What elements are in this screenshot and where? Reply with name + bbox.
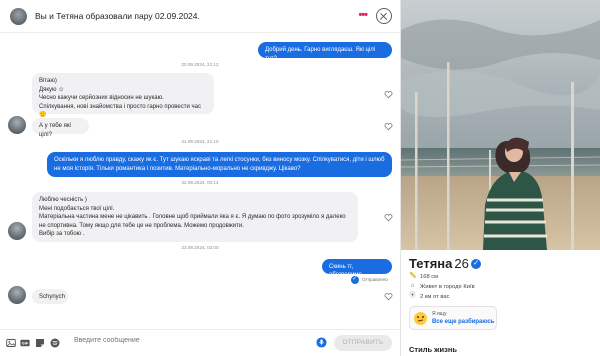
sender-avatar	[8, 286, 26, 304]
outgoing-message: Оскільки я люблю правду, скажу як є. Тут…	[47, 152, 392, 177]
match-avatar[interactable]	[10, 7, 27, 25]
sent-status: Отправлено	[362, 277, 388, 282]
sent-check-icon	[351, 275, 359, 284]
heart-icon[interactable]	[384, 122, 393, 131]
chat-panel: Вы и Тетяна образовали пару 02.09.2024. …	[0, 0, 400, 356]
ruler-icon: 📏	[409, 273, 417, 279]
sender-avatar	[8, 116, 26, 134]
heart-icon[interactable]	[384, 90, 393, 99]
lifestyle-section-title: Стиль жизнь	[409, 345, 457, 354]
more-dots-icon[interactable]: •••	[358, 9, 368, 21]
incoming-message: Люблю чесність ) Мені подобається твої ц…	[32, 192, 358, 242]
gif-icon[interactable]: GIF	[20, 338, 30, 348]
intent-value: Все еще разбираюсь	[432, 319, 495, 325]
heart-icon[interactable]	[384, 213, 393, 222]
incoming-message: Schynych	[32, 289, 68, 304]
relationship-intent-card: Я ищу Все еще разбираюсь	[409, 306, 497, 330]
incoming-message: А у тебе які цілі?	[32, 118, 89, 138]
message-timestamp: 20.09.2024, 21:12	[181, 62, 219, 67]
message-timestamp: 22.09.2024, 00:14	[181, 180, 219, 185]
message-timestamp: 21.09.2024, 21:10	[181, 139, 219, 144]
message-timestamp: 23.09.2024, 02:00	[181, 245, 219, 250]
send-button[interactable]: ОТПРАВИТЬ	[334, 335, 392, 351]
incoming-message: Вітаю) Дякую ☺ Чесно кажучи серйозних ві…	[32, 73, 214, 118]
svg-text:GIF: GIF	[22, 341, 29, 346]
profile-age: 26	[454, 256, 469, 271]
thinking-emoji-icon	[414, 312, 427, 325]
outgoing-message: Скинь тг, обговоримо	[322, 259, 392, 278]
close-circle-icon[interactable]	[376, 8, 392, 24]
sticker-icon[interactable]	[35, 338, 45, 348]
profile-card: Тетяна26 📏 168 см ⌂ Живет в городе Київ …	[401, 250, 600, 356]
chat-header: Вы и Тетяна образовали пару 02.09.2024. …	[0, 0, 400, 33]
heart-icon[interactable]	[384, 292, 393, 301]
profile-city: ⌂ Живет в городе Київ	[410, 283, 475, 290]
profile-height: 📏 168 см	[409, 273, 439, 280]
location-pin-icon: ⦿	[409, 293, 416, 299]
intent-label: Я ищу	[432, 311, 447, 317]
match-title: Вы и Тетяна образовали пару 02.09.2024.	[35, 11, 200, 21]
spotify-icon[interactable]	[50, 338, 60, 348]
outgoing-message: Добрий день. Гарно виглядаєш. Які цілі т…	[258, 42, 392, 62]
profile-photo[interactable]	[401, 0, 600, 250]
profile-name: Тетяна 26	[409, 256, 469, 271]
verified-badge-icon	[471, 258, 481, 269]
home-icon: ⌂	[410, 283, 415, 289]
sender-avatar	[8, 222, 26, 240]
profile-distance: ⦿ 2 км от вас	[409, 293, 450, 300]
image-icon[interactable]	[6, 338, 16, 348]
microphone-icon[interactable]	[316, 337, 327, 348]
message-input[interactable]	[74, 337, 234, 344]
